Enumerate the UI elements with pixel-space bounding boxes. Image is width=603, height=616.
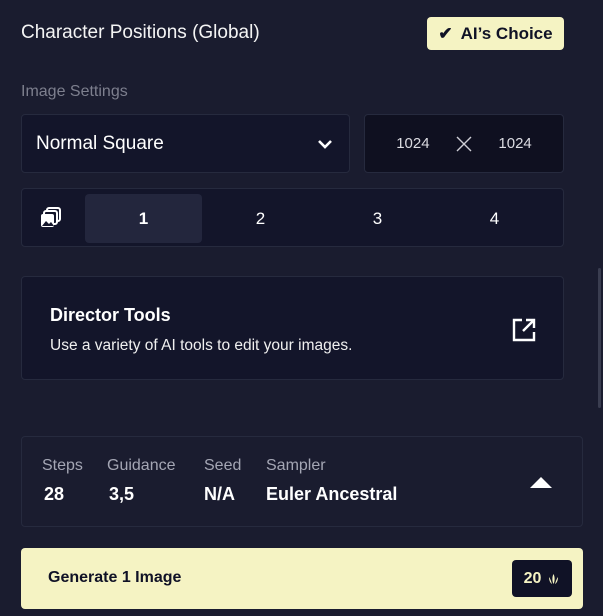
dimensions-input[interactable]: 1024 1024 — [364, 114, 564, 173]
images-icon — [41, 207, 61, 227]
height-input[interactable]: 1024 — [498, 135, 531, 152]
sampler-value: Euler Ancestral — [266, 484, 398, 504]
generation-settings-panel[interactable]: Steps 28 Guidance 3,5 Seed N/A Sampler E… — [21, 436, 583, 527]
count-option-3[interactable]: 3 — [319, 194, 436, 243]
section-title: Character Positions (Global) — [21, 22, 260, 43]
generate-button[interactable]: Generate 1 Image 20 — [21, 548, 583, 609]
director-tools-description: Use a variety of AI tools to edit your i… — [50, 337, 353, 354]
guidance-value: 3,5 — [109, 484, 135, 504]
sampler-setting: Sampler Euler Ancestral — [266, 457, 397, 505]
preset-value: Normal Square — [36, 132, 164, 154]
ai-choice-label: AI’s Choice — [460, 23, 553, 43]
steps-setting: Steps 28 — [42, 457, 83, 505]
sampler-label: Sampler — [266, 457, 326, 474]
count-option-4[interactable]: 4 — [436, 194, 553, 243]
seed-value: N/A — [204, 484, 235, 504]
times-icon — [456, 136, 472, 151]
cost-value: 20 — [523, 569, 542, 587]
scrollbar[interactable] — [598, 268, 601, 408]
steps-label: Steps — [42, 457, 83, 474]
anlas-icon — [549, 574, 559, 584]
steps-value: 28 — [44, 484, 65, 504]
chevron-down-icon — [318, 139, 332, 149]
count-option-1[interactable]: 1 — [85, 194, 202, 243]
resolution-preset-select[interactable]: Normal Square — [21, 114, 350, 173]
image-settings-label: Image Settings — [21, 83, 128, 100]
generate-label: Generate 1 Image — [48, 569, 182, 586]
seed-setting: Seed N/A — [204, 457, 241, 505]
seed-label: Seed — [204, 457, 242, 474]
collapse-caret-icon[interactable] — [530, 477, 552, 488]
image-count-selector: 1 2 3 4 — [21, 188, 564, 247]
external-link-icon — [512, 318, 536, 342]
count-option-2[interactable]: 2 — [202, 194, 319, 243]
director-tools-title: Director Tools — [50, 305, 171, 325]
ai-choice-toggle[interactable]: ✔ AI’s Choice — [427, 17, 564, 50]
guidance-label: Guidance — [107, 457, 176, 474]
anlas-cost-badge: 20 — [512, 560, 572, 597]
director-tools-card[interactable]: Director Tools Use a variety of AI tools… — [21, 276, 564, 380]
width-input[interactable]: 1024 — [396, 135, 429, 152]
check-icon: ✔ — [438, 23, 453, 43]
guidance-setting: Guidance 3,5 — [107, 457, 176, 505]
